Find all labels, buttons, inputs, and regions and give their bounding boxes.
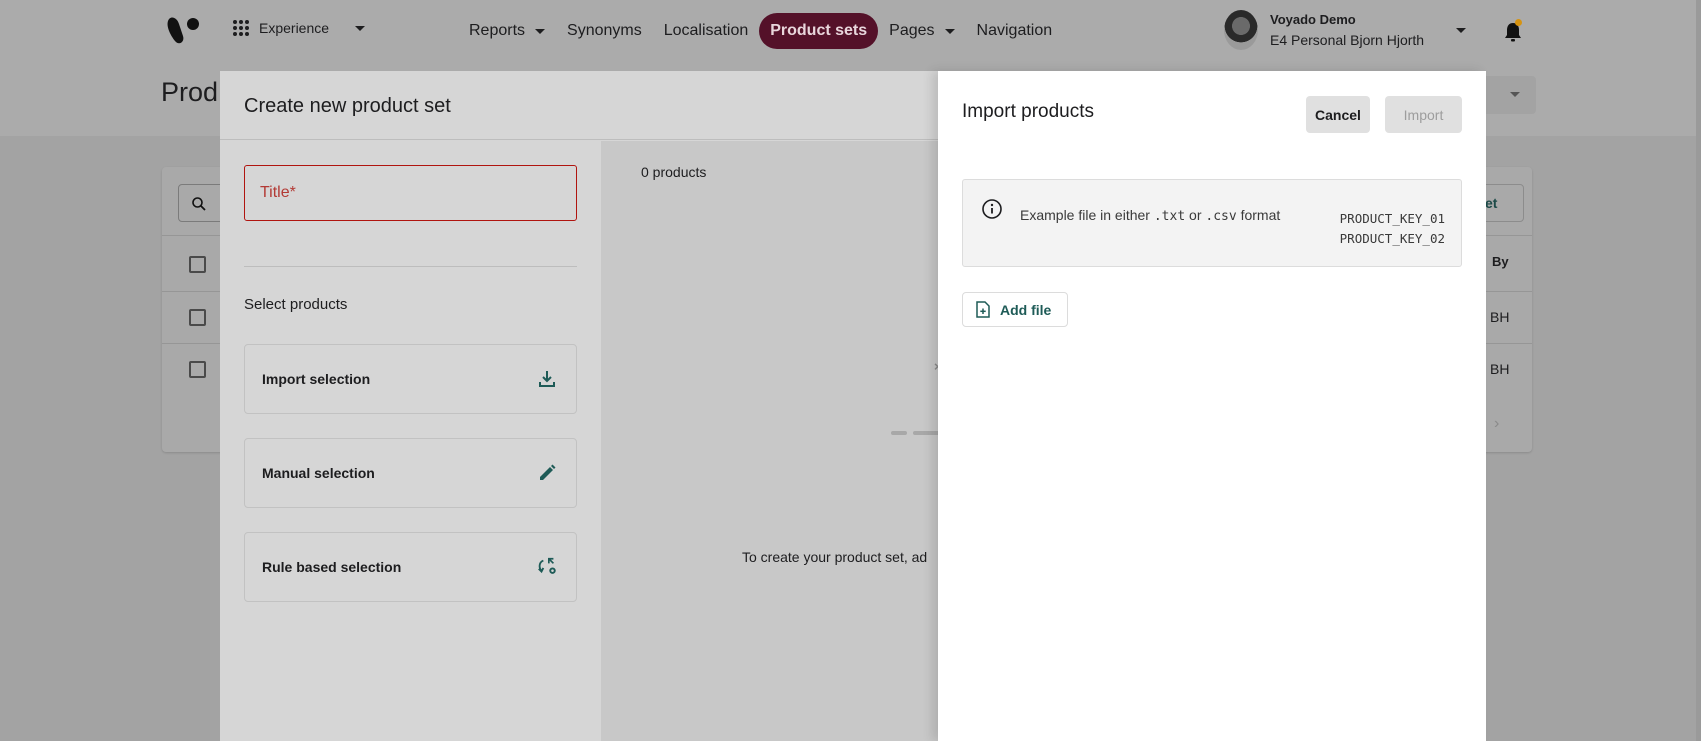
download-icon	[536, 368, 558, 390]
import-selection-option[interactable]: Import selection	[244, 344, 577, 414]
chevron-down-icon	[944, 28, 955, 34]
info-text: Example file in either .txt or .csv form…	[1020, 207, 1280, 224]
avatar	[1224, 10, 1258, 50]
user-menu[interactable]: Voyado Demo E4 Personal Bjorn Hjorth	[1224, 10, 1467, 50]
manual-selection-option[interactable]: Manual selection	[244, 438, 577, 508]
file-format-info: Example file in either .txt or .csv form…	[962, 179, 1462, 267]
nav-item-pages[interactable]: Pages	[878, 13, 965, 49]
user-name: Voyado Demo	[1270, 12, 1356, 27]
apps-grid-icon	[233, 20, 249, 36]
page-title: Prod	[161, 77, 219, 107]
nav-item-label: Navigation	[976, 22, 1053, 39]
row-checkbox[interactable]	[189, 361, 206, 378]
chevron-down-icon	[1456, 27, 1467, 33]
panel-title: Import products	[962, 101, 1094, 122]
table-cell-by: BH	[1490, 309, 1510, 325]
divider	[244, 266, 577, 267]
nav-item-navigation[interactable]: Navigation	[966, 13, 1064, 49]
user-info: Voyado Demo E4 Personal Bjorn Hjorth	[1270, 10, 1424, 50]
nav-item-product-sets[interactable]: Product sets	[759, 13, 879, 49]
voyado-logo[interactable]	[165, 14, 201, 46]
rule-settings-icon	[536, 556, 558, 578]
user-account: E4 Personal Bjorn Hjorth	[1270, 32, 1425, 48]
chevron-down-icon	[535, 28, 546, 34]
products-preview: 0 products × To create your product set,…	[601, 141, 943, 741]
table-cell-by: BH	[1490, 361, 1510, 377]
chevron-down-icon	[1510, 92, 1520, 97]
nav-item-label: Synonyms	[567, 22, 642, 39]
nav-item-synonyms[interactable]: Synonyms	[556, 13, 653, 49]
rule-based-selection-option[interactable]: Rule based selection	[244, 532, 577, 602]
column-header-by[interactable]: By	[1492, 254, 1509, 269]
product-count: 0 products	[641, 164, 707, 180]
option-label: Rule based selection	[262, 559, 402, 575]
info-text-part: Example file in either	[1020, 207, 1154, 223]
title-field[interactable]	[244, 165, 577, 221]
title-input[interactable]	[245, 166, 576, 220]
page-scrollbar[interactable]	[1696, 0, 1701, 741]
pencil-icon	[536, 462, 558, 484]
select-all-checkbox[interactable]	[189, 256, 206, 273]
add-file-button[interactable]: Add file	[962, 292, 1068, 327]
info-text-part: format	[1236, 207, 1281, 223]
search-icon	[192, 197, 206, 211]
nav-item-label: Localisation	[663, 22, 749, 39]
nav-item-reports[interactable]: Reports	[458, 13, 556, 49]
add-file-label: Add file	[1000, 301, 1052, 318]
import-button[interactable]: Import	[1385, 96, 1462, 133]
empty-state-text: To create your product set, ad	[742, 549, 928, 565]
sheet-header: Create new product set	[220, 71, 940, 140]
example-key: PRODUCT_KEY_02	[1339, 231, 1445, 246]
notification-dot	[1515, 19, 1522, 26]
nav-item-label: Product sets	[770, 22, 868, 39]
file-add-icon	[976, 301, 990, 318]
select-products-label: Select products	[244, 296, 348, 313]
file-extension: .txt	[1153, 209, 1186, 224]
main-nav: Reports Synonyms Localisation Product se…	[458, 13, 1063, 49]
create-product-set-sheet: Create new product set Select products I…	[220, 71, 943, 741]
example-key: PRODUCT_KEY_01	[1339, 211, 1445, 226]
row-checkbox[interactable]	[189, 309, 206, 326]
file-extension: .csv	[1205, 209, 1237, 224]
nav-item-label: Pages	[889, 22, 935, 39]
sheet-title: Create new product set	[244, 95, 451, 117]
app-switcher-label: Experience	[259, 20, 330, 36]
chevron-down-icon	[355, 25, 366, 31]
nav-item-localisation[interactable]: Localisation	[653, 13, 760, 49]
header-dropdown[interactable]	[1480, 76, 1536, 114]
info-text-part: or	[1185, 207, 1206, 223]
cancel-button[interactable]: Cancel	[1306, 96, 1370, 133]
nav-item-label: Reports	[469, 22, 526, 39]
next-page-icon[interactable]: ›	[1494, 415, 1499, 433]
info-icon	[982, 199, 1002, 219]
option-label: Manual selection	[262, 465, 375, 481]
option-label: Import selection	[262, 371, 371, 387]
app-switcher[interactable]: Experience	[233, 20, 366, 36]
import-products-panel: Import products Cancel Import Example fi…	[938, 71, 1486, 741]
example-file-content: PRODUCT_KEY_01 PRODUCT_KEY_02	[1340, 209, 1445, 249]
empty-illustration-icon	[891, 431, 907, 435]
